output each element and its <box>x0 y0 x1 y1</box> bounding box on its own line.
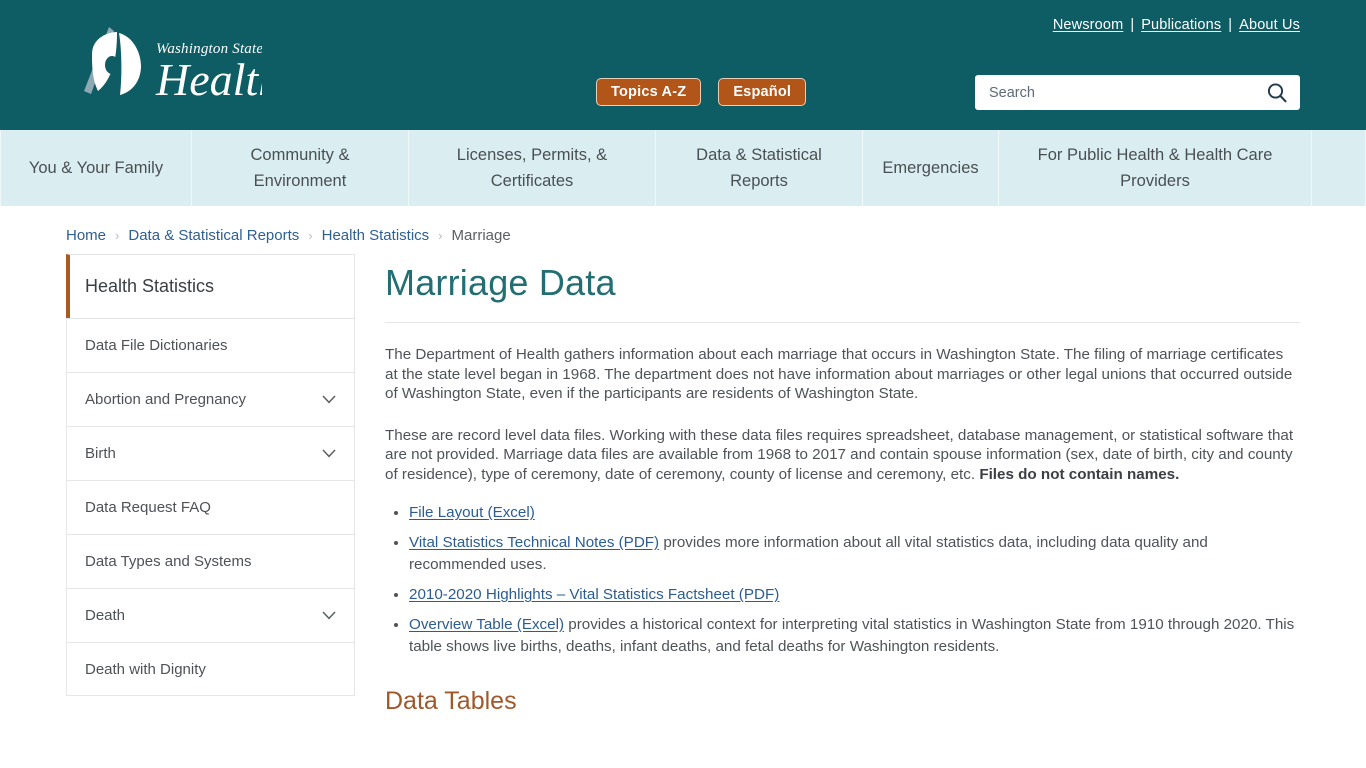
site-header: Washington State Department of Health Ne… <box>0 0 1366 130</box>
sidebar-item-death-with-dignity[interactable]: Death with Dignity <box>66 642 355 696</box>
sidebar-item-data-request-faq[interactable]: Data Request FAQ <box>66 480 355 534</box>
topics-a-z-button[interactable]: Topics A-Z <box>596 78 702 106</box>
breadcrumb: Home › Data & Statistical Reports › Heal… <box>0 206 1366 246</box>
list-item: File Layout (Excel) <box>409 502 1300 524</box>
nav-end-spacer <box>1312 130 1366 206</box>
search-icon <box>1267 82 1287 102</box>
nav-item-public-health-providers[interactable]: For Public Health & Health Care Provider… <box>999 130 1312 206</box>
chevron-down-icon[interactable] <box>322 611 336 620</box>
page-body: Home › Data & Statistical Reports › Heal… <box>0 206 1366 718</box>
breadcrumb-chevron-icon: › <box>308 227 313 243</box>
sidebar-item-label: Health Statistics <box>85 276 215 296</box>
link-2010-2020-highlights-factsheet-pdf[interactable]: 2010-2020 Highlights – Vital Statistics … <box>409 586 779 603</box>
breadcrumb-item-home[interactable]: Home <box>66 227 106 244</box>
list-item: Overview Table (Excel) provides a histor… <box>409 614 1300 658</box>
utility-link-publications[interactable]: Publications <box>1141 17 1221 33</box>
sidebar-item-death[interactable]: Death <box>66 588 355 642</box>
link-vital-statistics-technical-notes-pdf[interactable]: Vital Statistics Technical Notes (PDF) <box>409 534 659 551</box>
list-item: 2010-2020 Highlights – Vital Statistics … <box>409 584 1300 606</box>
resource-link-list: File Layout (Excel) Vital Statistics Tec… <box>385 502 1300 658</box>
sidebar-item-data-types-and-systems[interactable]: Data Types and Systems <box>66 534 355 588</box>
sidebar-item-data-file-dictionaries[interactable]: Data File Dictionaries <box>66 318 355 372</box>
sidebar-item-birth[interactable]: Birth <box>66 426 355 480</box>
sidebar-item-label: Data Types and Systems <box>85 553 252 570</box>
sidebar-item-abortion-and-pregnancy[interactable]: Abortion and Pregnancy <box>66 372 355 426</box>
nav-item-community-environment[interactable]: Community & Environment <box>192 130 409 206</box>
section-sidebar: Health Statistics Data File Dictionaries… <box>66 246 355 718</box>
page-title: Marriage Data <box>385 262 616 303</box>
breadcrumb-item-data-statistical-reports[interactable]: Data & Statistical Reports <box>128 227 299 244</box>
intro-paragraph: The Department of Health gathers informa… <box>385 346 1293 402</box>
main-content: Marriage Data The Department of Health g… <box>385 246 1300 718</box>
breadcrumb-item-marriage: Marriage <box>451 226 511 244</box>
svg-text:Health: Health <box>155 54 262 105</box>
chevron-down-icon[interactable] <box>322 449 336 458</box>
sidebar-item-label: Death with Dignity <box>85 660 206 678</box>
link-overview-table-excel[interactable]: Overview Table (Excel) <box>409 616 564 633</box>
breadcrumb-chevron-icon: › <box>115 227 120 243</box>
chevron-down-icon[interactable] <box>322 395 336 404</box>
nav-item-data-statistical-reports[interactable]: Data & Statistical Reports <box>656 130 863 206</box>
espanol-button[interactable]: Español <box>718 78 807 106</box>
nav-item-emergencies[interactable]: Emergencies <box>863 130 999 206</box>
list-item: Vital Statistics Technical Notes (PDF) p… <box>409 532 1300 576</box>
search-submit-button[interactable] <box>1254 75 1300 110</box>
nav-item-you-your-family[interactable]: You & Your Family <box>0 130 192 206</box>
data-files-paragraph-emphasis: Files do not contain names. <box>979 465 1180 483</box>
link-file-layout-excel[interactable]: File Layout (Excel) <box>409 504 535 521</box>
utility-separator-1: | <box>1130 17 1135 33</box>
breadcrumb-chevron-icon: › <box>438 227 443 243</box>
sidebar-item-label: Data Request FAQ <box>85 499 211 516</box>
sidebar-item-label: Death <box>85 607 126 624</box>
content-row: Health Statistics Data File Dictionaries… <box>0 246 1366 718</box>
breadcrumb-item-health-statistics[interactable]: Health Statistics <box>322 227 430 244</box>
sidebar-item-label: Data File Dictionaries <box>85 337 228 354</box>
search-input[interactable] <box>975 84 1254 101</box>
search-box <box>975 75 1300 110</box>
section-title-data-tables: Data Tables <box>385 687 517 715</box>
header-pill-buttons: Topics A-Z Español <box>596 78 807 106</box>
utility-link-about-us[interactable]: About Us <box>1239 17 1300 33</box>
utility-link-newsroom[interactable]: Newsroom <box>1053 17 1124 33</box>
doh-logo[interactable]: Washington State Department of Health <box>62 18 272 110</box>
nav-item-licenses-permits-certificates[interactable]: Licenses, Permits, & Certificates <box>409 130 656 206</box>
utility-nav: Newsroom | Publications | About Us <box>1053 17 1300 33</box>
sidebar-item-health-statistics[interactable]: Health Statistics <box>66 254 355 318</box>
title-divider <box>385 322 1300 323</box>
sidebar-item-label: Birth <box>85 445 116 462</box>
sidebar-item-label: Abortion and Pregnancy <box>85 391 246 408</box>
utility-separator-2: | <box>1228 17 1233 33</box>
data-files-paragraph: These are record level data files. Worki… <box>385 426 1300 485</box>
primary-nav: You & Your Family Community & Environmen… <box>0 130 1366 206</box>
doh-logo-mark: Washington State Department of Health <box>84 27 262 105</box>
